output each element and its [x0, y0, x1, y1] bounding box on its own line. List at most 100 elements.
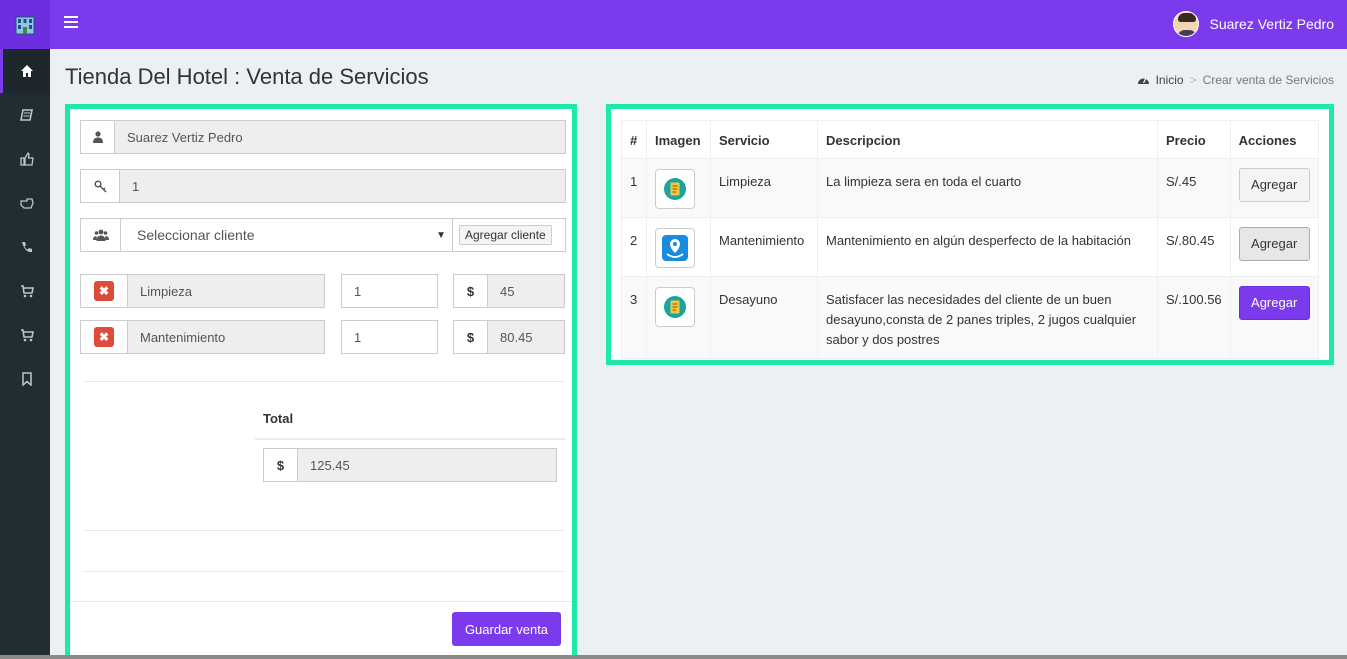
sidebar-item-phone[interactable]: [0, 225, 50, 269]
row-image-cell: [646, 158, 711, 218]
services-table-panel: # Imagen Servicio Descripcion Precio Acc…: [606, 104, 1334, 365]
remove-item-icon[interactable]: ✖: [94, 281, 114, 301]
services-table: # Imagen Servicio Descripcion Precio Acc…: [621, 120, 1320, 359]
total-field-group: $ 125.45: [263, 448, 557, 482]
item-price-input[interactable]: 45: [488, 275, 564, 307]
sale-form-panel: Suarez Vertiz Pedro 1 Seleccionar client…: [65, 104, 577, 659]
row-image-cell: [646, 217, 711, 277]
dashboard-icon: [1137, 77, 1149, 84]
page-title: Tienda Del Hotel : Venta de Servicios: [65, 64, 429, 89]
item-price-group: $ 80.45: [453, 320, 565, 354]
dollar-icon: $: [264, 449, 298, 481]
divider: [255, 438, 565, 440]
table-row: 3 Desayuno Satisfacer las necesidades de…: [621, 276, 1320, 359]
room-field-group: 1: [80, 169, 566, 203]
document-icon[interactable]: [655, 287, 695, 327]
remove-item-icon[interactable]: ✖: [94, 327, 114, 347]
item-qty-input[interactable]: 1: [342, 275, 437, 307]
sidebar-item-cart[interactable]: [0, 269, 50, 313]
bookmark-icon: [21, 372, 32, 386]
breadcrumb-home[interactable]: Inicio: [1156, 73, 1184, 87]
item-name-input[interactable]: Limpieza: [128, 275, 324, 307]
hand-point-icon: [19, 198, 34, 209]
client-select-value: Seleccionar cliente: [137, 227, 255, 243]
employee-field-group: Suarez Vertiz Pedro: [80, 120, 566, 154]
divider: [84, 381, 565, 382]
employee-input[interactable]: Suarez Vertiz Pedro: [115, 121, 565, 153]
row-actions: Agregar: [1229, 158, 1320, 218]
cart-icon: [20, 285, 34, 298]
row-price: S/.45: [1157, 158, 1231, 218]
row-service: Mantenimiento: [710, 217, 818, 277]
item-qty-input[interactable]: 1: [342, 321, 437, 353]
dollar-icon: $: [454, 321, 488, 353]
column-header: Servicio: [710, 120, 818, 159]
book-icon: [19, 109, 33, 121]
column-header: Descripcion: [817, 120, 1158, 159]
table-row: 1 Limpieza La limpieza sera en toda el c…: [621, 158, 1320, 218]
row-number: 3: [621, 276, 647, 359]
top-navbar: Suarez Vertiz Pedro: [0, 0, 1347, 49]
add-service-button[interactable]: Agregar: [1238, 168, 1310, 202]
column-header: Imagen: [646, 120, 711, 159]
chevron-down-icon: ▼: [436, 229, 446, 241]
sidebar-item-thumbs-up[interactable]: [0, 137, 50, 181]
total-label: Total: [263, 411, 294, 426]
room-input[interactable]: 1: [120, 170, 565, 202]
item-name-input[interactable]: Mantenimiento: [128, 321, 324, 353]
item-price-group: $ 45: [453, 274, 565, 308]
hotel-icon: [15, 16, 35, 34]
menu-toggle-icon[interactable]: [64, 16, 78, 30]
divider: [84, 571, 565, 572]
column-header: Precio: [1157, 120, 1231, 159]
key-icon: [81, 170, 120, 202]
remove-item-wrapper: ✖: [81, 321, 128, 353]
cart-icon: [20, 329, 34, 342]
row-description: La limpieza sera en toda el cuarto: [817, 158, 1158, 218]
breadcrumb: Inicio > Crear venta de Servicios: [1137, 73, 1334, 87]
breadcrumb-separator: >: [1189, 73, 1197, 87]
home-icon: [20, 65, 33, 77]
item-name-group: ✖ Limpieza: [80, 274, 325, 308]
user-icon: [81, 121, 115, 153]
row-description: Mantenimiento en algún desperfecto de la…: [817, 217, 1158, 277]
client-field-group: Seleccionar cliente ▼ Agregar cliente: [80, 218, 566, 252]
thumbs-up-icon: [19, 152, 34, 166]
sidebar-item-hand[interactable]: [0, 181, 50, 225]
map-pin-icon[interactable]: [655, 228, 695, 268]
row-number: 1: [621, 158, 647, 218]
taskbar-strip: [0, 655, 1347, 659]
save-sale-button[interactable]: Guardar venta: [452, 612, 561, 646]
row-service: Desayuno: [710, 276, 818, 359]
row-description: Satisfacer las necesidades del cliente d…: [817, 276, 1158, 359]
remove-item-wrapper: ✖: [81, 275, 128, 307]
client-select[interactable]: Seleccionar cliente ▼: [121, 219, 453, 251]
row-service: Limpieza: [710, 158, 818, 218]
add-service-button[interactable]: Agregar: [1238, 227, 1310, 261]
sidebar-item-bookmark[interactable]: [0, 357, 50, 401]
dollar-icon: $: [454, 275, 488, 307]
item-name-group: ✖ Mantenimiento: [80, 320, 325, 354]
column-header: #: [621, 120, 647, 159]
hotel-logo[interactable]: [0, 0, 50, 49]
sidebar-item-home[interactable]: [0, 49, 50, 93]
document-icon[interactable]: [655, 169, 695, 209]
row-number: 2: [621, 217, 647, 277]
user-menu[interactable]: Suarez Vertiz Pedro: [1173, 11, 1334, 37]
sidebar-item-cart-2[interactable]: [0, 313, 50, 357]
breadcrumb-current: Crear venta de Servicios: [1202, 73, 1334, 87]
table-header-row: # Imagen Servicio Descripcion Precio Acc…: [621, 120, 1320, 159]
item-price-input[interactable]: 80.45: [488, 321, 564, 353]
sidebar-item-book[interactable]: [0, 93, 50, 137]
item-qty-group: 1: [341, 320, 438, 354]
add-client-button[interactable]: Agregar cliente: [459, 225, 552, 245]
sidebar: [0, 49, 50, 659]
add-service-button[interactable]: Agregar: [1238, 286, 1310, 320]
row-actions: Agregar: [1229, 217, 1320, 277]
avatar: [1173, 11, 1200, 37]
phone-icon: [21, 242, 32, 253]
item-qty-group: 1: [341, 274, 438, 308]
row-price: S/.80.45: [1157, 217, 1231, 277]
table-row: 2 Mantenimiento Mantenimiento en algún d…: [621, 217, 1320, 277]
add-client-wrapper: Agregar cliente: [453, 219, 565, 251]
